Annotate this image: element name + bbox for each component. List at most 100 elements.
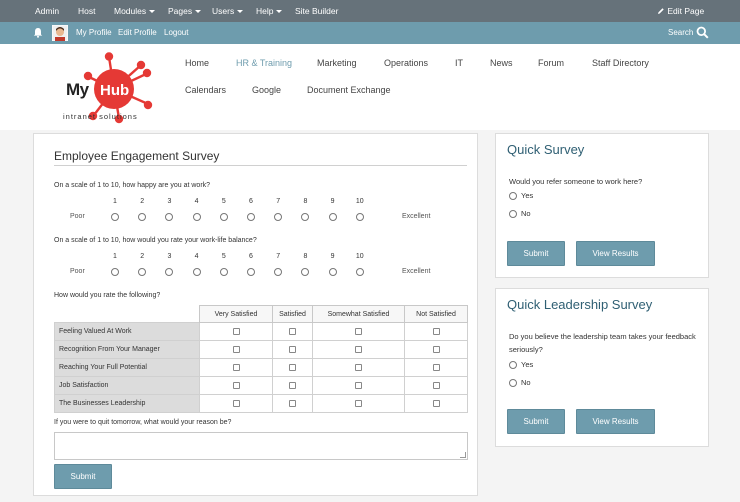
scale-radio-9[interactable] <box>328 213 337 221</box>
matrix-checkbox[interactable] <box>232 327 240 335</box>
quick-survey-option-yes[interactable]: Yes <box>509 191 533 201</box>
quick-survey-submit-button[interactable]: Submit <box>507 241 565 266</box>
scale-low-label: Poor <box>70 268 85 275</box>
scale-radio-1[interactable] <box>111 268 119 276</box>
nav-staff-directory[interactable]: Staff Directory <box>592 58 649 68</box>
logo-text-my: My <box>66 80 89 99</box>
admin-menu-site-builder[interactable]: Site Builder <box>295 6 338 16</box>
admin-menu-admin[interactable]: Admin <box>35 6 59 16</box>
scale-radio-10[interactable] <box>355 268 364 276</box>
nav-it[interactable]: IT <box>455 58 463 68</box>
admin-menu-pages[interactable]: Pages <box>168 6 202 16</box>
nav-home[interactable]: Home <box>185 58 209 68</box>
quick-survey-view-results-button[interactable]: View Results <box>576 241 655 266</box>
matrix-checkbox[interactable] <box>232 381 240 389</box>
leadership-view-results-button[interactable]: View Results <box>576 409 655 434</box>
matrix-checkbox[interactable] <box>355 345 362 353</box>
question-happy-at-work: On a scale of 1 to 10, how happy are you… <box>54 182 211 189</box>
scale-number: 7 <box>276 253 281 260</box>
matrix-row: Feeling Valued At Work <box>54 322 468 341</box>
matrix-checkbox[interactable] <box>432 327 440 335</box>
nav-news[interactable]: News <box>490 58 513 68</box>
scale-low-label: Poor <box>70 213 85 220</box>
matrix-checkbox[interactable] <box>289 363 296 371</box>
scale-number: 10 <box>355 253 364 260</box>
option-no-label: No <box>521 209 531 218</box>
edit-page-button[interactable]: Edit Page <box>657 6 704 16</box>
matrix-row-label: The Businesses Leadership <box>54 394 200 413</box>
edit-profile-link[interactable]: Edit Profile <box>118 28 157 37</box>
matrix-checkbox[interactable] <box>289 381 296 389</box>
scale-radio-2[interactable] <box>138 268 147 276</box>
matrix-checkbox[interactable] <box>432 381 440 389</box>
survey-submit-button[interactable]: Submit <box>54 464 112 489</box>
scale-radio-6[interactable] <box>247 268 255 276</box>
scale-radio-7[interactable] <box>274 213 283 221</box>
matrix-checkbox[interactable] <box>355 327 362 335</box>
radio-no[interactable] <box>509 379 517 388</box>
leadership-submit-button[interactable]: Submit <box>507 409 565 434</box>
nav-marketing[interactable]: Marketing <box>317 58 357 68</box>
scale-radio-7[interactable] <box>274 268 283 276</box>
resize-handle[interactable] <box>460 452 466 458</box>
matrix-checkbox[interactable] <box>355 381 362 389</box>
scale-radio-10[interactable] <box>355 213 364 221</box>
search-link[interactable]: Search <box>668 28 693 37</box>
scale-radio-4[interactable] <box>192 213 201 221</box>
admin-menu-pages-label: Pages <box>168 6 193 16</box>
search-icon[interactable] <box>696 26 709 41</box>
radio-no[interactable] <box>509 210 517 219</box>
scale-radio-5[interactable] <box>219 268 228 276</box>
admin-menu-host[interactable]: Host <box>78 6 95 16</box>
matrix-checkbox[interactable] <box>289 327 296 335</box>
scale-radio-8[interactable] <box>301 213 310 221</box>
scale-radio-9[interactable] <box>328 268 337 276</box>
scale-radio-6[interactable] <box>247 213 255 221</box>
scale-number: 1 <box>113 253 117 260</box>
myhub-logo[interactable]: My Hub intranet solutions <box>62 52 162 124</box>
matrix-cell <box>272 322 313 341</box>
scale-radio-2[interactable] <box>138 213 147 221</box>
matrix-checkbox[interactable] <box>432 345 440 353</box>
nav-google[interactable]: Google <box>252 85 281 95</box>
scale-radio-5[interactable] <box>219 213 228 221</box>
matrix-checkbox[interactable] <box>232 363 240 371</box>
quit-reason-textarea[interactable] <box>54 432 468 460</box>
matrix-checkbox[interactable] <box>232 399 240 407</box>
scale-radio-3[interactable] <box>165 268 174 276</box>
scale-radio-4[interactable] <box>192 268 201 276</box>
matrix-checkbox[interactable] <box>289 345 296 353</box>
nav-hr-training[interactable]: HR & Training <box>236 58 292 68</box>
admin-menu-users[interactable]: Users <box>212 6 244 16</box>
nav-operations[interactable]: Operations <box>384 58 428 68</box>
scale-radio-3[interactable] <box>165 213 174 221</box>
admin-bar: Admin Host Modules Pages Users Help Site… <box>0 0 740 22</box>
matrix-cell <box>312 358 405 377</box>
matrix-checkbox[interactable] <box>289 399 296 407</box>
quick-survey-card: Quick Survey Would you refer someone to … <box>495 133 709 278</box>
matrix-checkbox[interactable] <box>232 345 240 353</box>
radio-yes[interactable] <box>509 361 517 370</box>
matrix-checkbox[interactable] <box>355 399 362 407</box>
matrix-checkbox[interactable] <box>355 363 362 371</box>
my-profile-link[interactable]: My Profile <box>76 28 112 37</box>
matrix-checkbox[interactable] <box>432 363 440 371</box>
nav-forum[interactable]: Forum <box>538 58 564 68</box>
logout-link[interactable]: Logout <box>164 28 188 37</box>
notifications-bell-icon[interactable] <box>33 27 43 40</box>
admin-menu-modules[interactable]: Modules <box>114 6 156 16</box>
matrix-row: The Businesses Leadership <box>54 394 468 413</box>
scale-radio-1[interactable] <box>111 213 119 221</box>
nav-calendars[interactable]: Calendars <box>185 85 226 95</box>
nav-document-exchange[interactable]: Document Exchange <box>307 85 391 95</box>
logo-tagline: intranet solutions <box>63 112 138 121</box>
quick-survey-option-no[interactable]: No <box>509 209 531 219</box>
radio-yes[interactable] <box>509 192 517 201</box>
scale-radio-8[interactable] <box>301 268 310 276</box>
admin-menu-help[interactable]: Help <box>256 6 283 16</box>
avatar[interactable] <box>51 24 69 43</box>
matrix-cell <box>312 322 405 341</box>
leadership-option-yes[interactable]: Yes <box>509 360 533 370</box>
matrix-checkbox[interactable] <box>432 399 440 407</box>
leadership-option-no[interactable]: No <box>509 378 531 388</box>
